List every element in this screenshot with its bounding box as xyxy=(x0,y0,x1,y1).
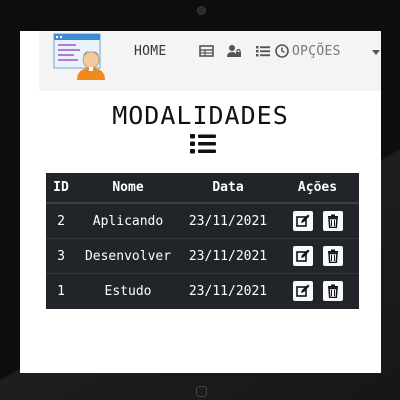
row-actions xyxy=(276,202,359,239)
edit-icon xyxy=(295,284,309,297)
trash-icon xyxy=(327,214,338,228)
edit-icon xyxy=(295,249,309,262)
row-id: 2 xyxy=(46,202,76,239)
table-row: 2 Aplicando 23/11/2021 xyxy=(46,202,359,239)
column-header-id: ID xyxy=(46,173,76,204)
column-header-nome: Nome xyxy=(76,173,180,204)
table-icon[interactable] xyxy=(199,44,215,58)
navbar: HOME OPÇÕES xyxy=(39,31,381,91)
row-nome: Aplicando xyxy=(76,202,180,239)
row-actions xyxy=(276,273,359,308)
column-header-data: Data xyxy=(180,173,276,204)
edit-icon xyxy=(295,214,309,227)
clock-icon[interactable] xyxy=(274,44,290,58)
row-data: 23/11/2021 xyxy=(180,238,276,274)
nav-home-link[interactable]: HOME xyxy=(134,44,167,59)
delete-button[interactable] xyxy=(322,211,343,231)
table-row: 1 Estudo 23/11/2021 xyxy=(46,273,359,308)
delete-button[interactable] xyxy=(322,246,343,266)
edit-button[interactable] xyxy=(292,211,313,231)
delete-button[interactable] xyxy=(322,281,343,301)
row-actions xyxy=(276,238,359,274)
app-screen: HOME OPÇÕES MODALIDADES ID Nome Data Açõ… xyxy=(20,31,381,373)
edit-button[interactable] xyxy=(292,281,313,301)
row-nome: Desenvolver xyxy=(76,238,180,274)
user-lock-icon[interactable] xyxy=(226,44,242,58)
edit-button[interactable] xyxy=(292,246,313,266)
row-nome: Estudo xyxy=(76,273,180,308)
trash-icon xyxy=(327,249,338,263)
chevron-down-icon[interactable] xyxy=(372,50,380,55)
row-data: 23/11/2021 xyxy=(180,202,276,239)
column-header-acoes: Ações xyxy=(276,173,359,204)
camera-dot xyxy=(197,6,206,15)
row-data: 23/11/2021 xyxy=(180,273,276,308)
modalidades-table: ID Nome Data Ações 2 Aplicando 23/11/202… xyxy=(46,173,359,309)
row-id: 1 xyxy=(46,273,76,308)
row-id: 3 xyxy=(46,238,76,274)
table-row: 3 Desenvolver 23/11/2021 xyxy=(46,238,359,274)
nav-options-dropdown[interactable]: OPÇÕES xyxy=(292,44,341,59)
list-icon[interactable] xyxy=(255,44,271,58)
app-logo[interactable] xyxy=(53,32,109,80)
page-title: MODALIDADES xyxy=(112,101,289,130)
home-hardware-button[interactable] xyxy=(196,386,207,397)
table-header-row: ID Nome Data Ações xyxy=(46,173,359,204)
list-icon xyxy=(190,134,216,154)
trash-icon xyxy=(327,284,338,298)
